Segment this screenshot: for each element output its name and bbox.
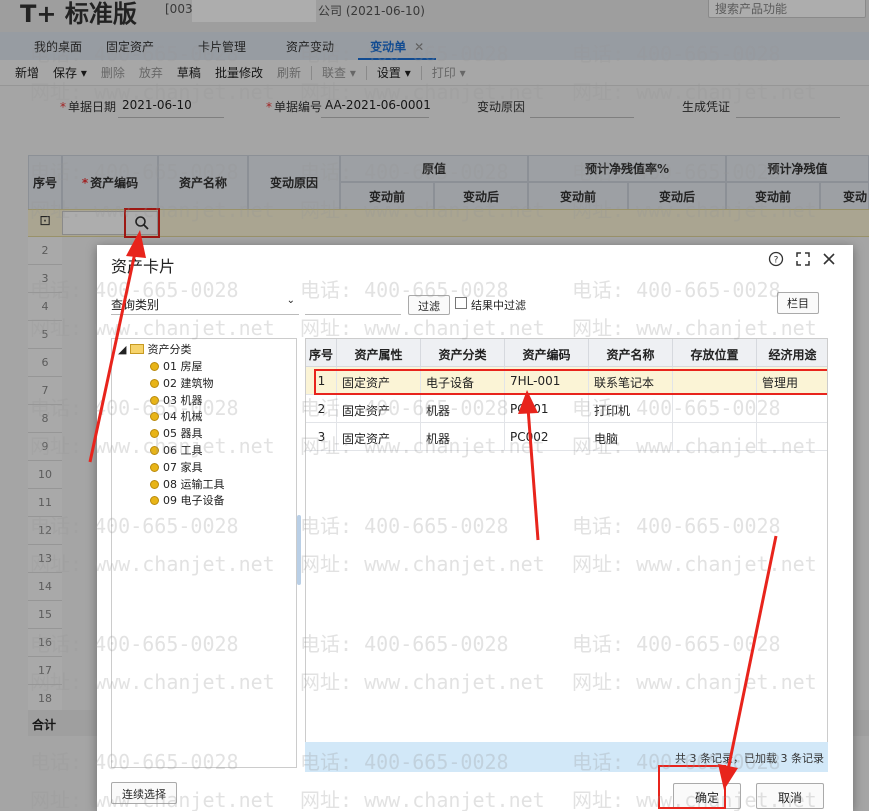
category-node-icon (150, 429, 159, 439)
continuous-select-button[interactable]: 连续选择 (111, 782, 177, 804)
tree-item-label: 09 电子设备 (163, 494, 225, 508)
help-icon[interactable]: ? (766, 251, 786, 271)
query-category-value: 查询类别 (111, 298, 160, 312)
filter-button[interactable]: 过滤 (408, 295, 450, 315)
table-cell: 固定资产 (337, 395, 421, 423)
table-cell (757, 423, 827, 451)
tree-item-label: 04 机械 (163, 410, 203, 424)
table-header-cell[interactable]: 资产名称 (589, 339, 673, 367)
tree-item-label: 05 器具 (163, 427, 203, 441)
ok-button-annotation (658, 765, 726, 809)
tree-root[interactable]: ◢ 资产分类 (118, 341, 191, 357)
chevron-down-icon: ⌄ (286, 295, 295, 306)
tree-item-label: 08 运输工具 (163, 477, 225, 491)
columns-button[interactable]: 栏目 (777, 292, 819, 314)
filter-in-result-label: 结果中过滤 (471, 299, 526, 312)
table-cell: 打印机 (589, 395, 673, 423)
asset-card-dialog: 资产卡片 ? 查询类别 ⌄ 过滤 结果中过滤 栏目 ◢ 资产分类 01 房屋 02 … (97, 245, 853, 811)
folder-icon (130, 344, 145, 354)
close-icon[interactable] (819, 251, 839, 270)
category-node-icon (150, 395, 159, 405)
asset-table: 序号 资产属性 资产分类 资产编码 资产名称 存放位置 经济用途 1 固定资产 电子设备 7HL-0… (305, 338, 828, 768)
filter-in-result-checkbox[interactable] (455, 297, 467, 309)
table-cell (673, 395, 757, 423)
tree-item-label: 03 机器 (163, 393, 203, 407)
tree-item-label: 06 工具 (163, 444, 203, 457)
table-cell: 固定资产 (337, 423, 421, 451)
table-cell: PC002 (505, 423, 589, 451)
dialog-title: 资产卡片 (111, 257, 176, 276)
tree-item-label: 01 房屋 (163, 360, 203, 373)
category-node-icon (150, 412, 159, 422)
table-header-cell[interactable]: 资产分类 (421, 339, 505, 367)
table-cell: 机器 (421, 423, 505, 451)
svg-text:?: ? (774, 256, 779, 266)
table-header-cell[interactable]: 存放位置 (673, 339, 757, 367)
table-cell (673, 423, 757, 451)
table-cell: 电脑 (589, 423, 673, 451)
category-node-icon (150, 462, 159, 472)
table-cell (757, 395, 827, 423)
table-cell: 机器 (421, 395, 505, 423)
cancel-button[interactable]: 取消 (756, 783, 824, 809)
asset-category-tree: ◢ 资产分类 01 房屋 02 建筑物 03 机器 04 机械 05 器具 06 工具 07 … (111, 338, 297, 768)
category-node-icon (150, 496, 159, 506)
table-cell: 2 (306, 395, 337, 423)
tree-item[interactable]: 04 机械 (150, 408, 203, 424)
maximize-icon[interactable] (793, 251, 813, 270)
tree-item[interactable]: 05 器具 (150, 425, 203, 441)
category-node-icon (150, 479, 159, 489)
record-count-status: 共 3 条记录，已加载 3 条记录 (305, 742, 828, 772)
collapse-triangle-icon[interactable]: ◢ (118, 343, 126, 356)
tree-item[interactable]: 06 工具 (150, 442, 203, 458)
tree-item[interactable]: 01 房屋 (150, 358, 203, 374)
selected-row-annotation (314, 369, 827, 395)
filter-input[interactable] (305, 293, 401, 315)
table-header-cell[interactable]: 资产属性 (337, 339, 421, 367)
tree-item-label: 02 建筑物 (163, 376, 214, 390)
table-cell: PC001 (505, 395, 589, 423)
pane-splitter-handle[interactable] (297, 515, 301, 585)
tree-item[interactable]: 09 电子设备 (150, 492, 225, 508)
tree-item[interactable]: 03 机器 (150, 392, 203, 408)
tree-item[interactable]: 08 运输工具 (150, 476, 225, 492)
tree-item[interactable]: 07 家具 (150, 459, 203, 475)
table-header-cell[interactable]: 资产编码 (505, 339, 589, 367)
category-node-icon (150, 446, 159, 455)
tree-item[interactable]: 02 建筑物 (150, 375, 214, 391)
tree-item-label: 07 家具 (163, 460, 203, 474)
category-node-icon (150, 362, 159, 371)
table-header-cell[interactable]: 序号 (306, 339, 337, 367)
query-category-select[interactable]: 查询类别 ⌄ (111, 293, 299, 315)
table-header-cell[interactable]: 经济用途 (757, 339, 827, 367)
category-node-icon (150, 378, 159, 388)
table-cell: 3 (306, 423, 337, 451)
